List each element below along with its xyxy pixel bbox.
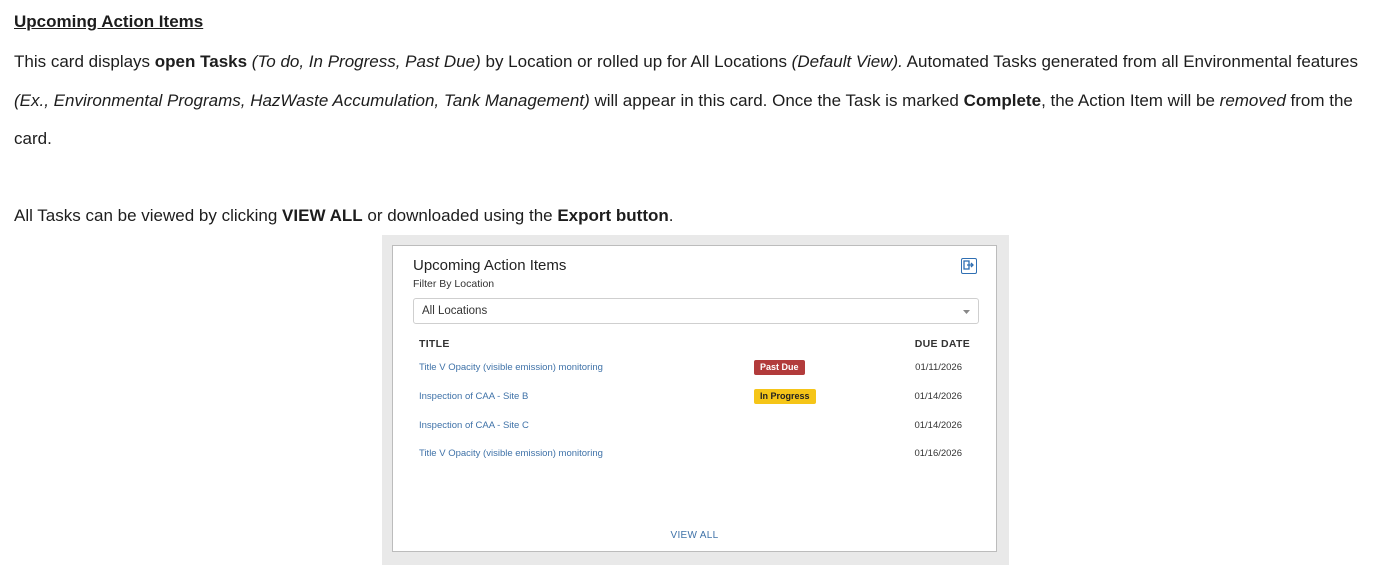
italic-run: (To do, In Progress, Past Due): [247, 52, 481, 71]
table-row: Inspection of CAA - Site B In Progress 0…: [393, 389, 996, 405]
location-select-value: All Locations: [422, 305, 488, 317]
view-all-link[interactable]: VIEW ALL: [393, 530, 996, 541]
table-row: Title V Opacity (visible emission) monit…: [393, 360, 996, 376]
text-run: Automated Tasks generated from all Envir…: [902, 52, 1359, 71]
text-run: by Location or rolled up for All Locatio…: [480, 52, 792, 71]
section-heading: Upcoming Action Items: [14, 12, 204, 31]
italic-run: (Default View).: [791, 52, 903, 71]
bold-run: Export button: [557, 206, 669, 225]
filter-label: Filter By Location: [413, 278, 495, 290]
italic-run: removed: [1219, 90, 1286, 110]
column-header-due-date: DUE DATE: [914, 338, 970, 350]
bold-run: open Tasks: [154, 52, 248, 71]
text-run: , the Action Item will be: [1041, 90, 1220, 110]
table-row: Inspection of CAA - Site C 01/14/2026: [393, 418, 996, 434]
italic-run: (Ex., Environmental Programs, HazWaste A…: [14, 90, 590, 110]
task-title-link[interactable]: Inspection of CAA - Site C: [419, 420, 529, 431]
task-title-link[interactable]: Inspection of CAA - Site B: [419, 391, 528, 402]
column-header-title: TITLE: [419, 338, 450, 350]
due-date: 01/14/2026: [914, 420, 962, 431]
upcoming-action-items-card: Upcoming Action Items Filter By Location…: [392, 245, 997, 552]
export-button[interactable]: [961, 258, 977, 274]
view-all-paragraph: All Tasks can be viewed by clicking VIEW…: [14, 197, 674, 235]
description-paragraph: This card displays open Tasks (To do, In…: [14, 43, 1376, 159]
bold-run: Complete: [963, 90, 1042, 110]
status-badge: In Progress: [754, 389, 816, 404]
table-row: Title V Opacity (visible emission) monit…: [393, 446, 996, 462]
task-title-link[interactable]: Title V Opacity (visible emission) monit…: [419, 448, 603, 459]
text-run: will appear in this card. Once the Task …: [589, 90, 964, 110]
due-date: 01/16/2026: [914, 448, 962, 459]
task-title-link[interactable]: Title V Opacity (visible emission) monit…: [419, 362, 603, 373]
export-icon: [963, 260, 974, 270]
text-run: or downloaded using the: [362, 206, 558, 225]
text-run: .: [668, 206, 674, 225]
card-screenshot: Upcoming Action Items Filter By Location…: [382, 235, 1009, 565]
card-title: Upcoming Action Items: [413, 257, 567, 274]
text-run: This card displays: [14, 52, 155, 71]
due-date: 01/11/2026: [915, 362, 962, 373]
status-badge: Past Due: [754, 360, 805, 375]
due-date: 01/14/2026: [914, 391, 962, 402]
location-select[interactable]: All Locations: [413, 298, 979, 324]
bold-run: VIEW ALL: [282, 206, 363, 225]
chevron-down-icon: [963, 310, 970, 314]
text-run: All Tasks can be viewed by clicking: [14, 206, 283, 225]
